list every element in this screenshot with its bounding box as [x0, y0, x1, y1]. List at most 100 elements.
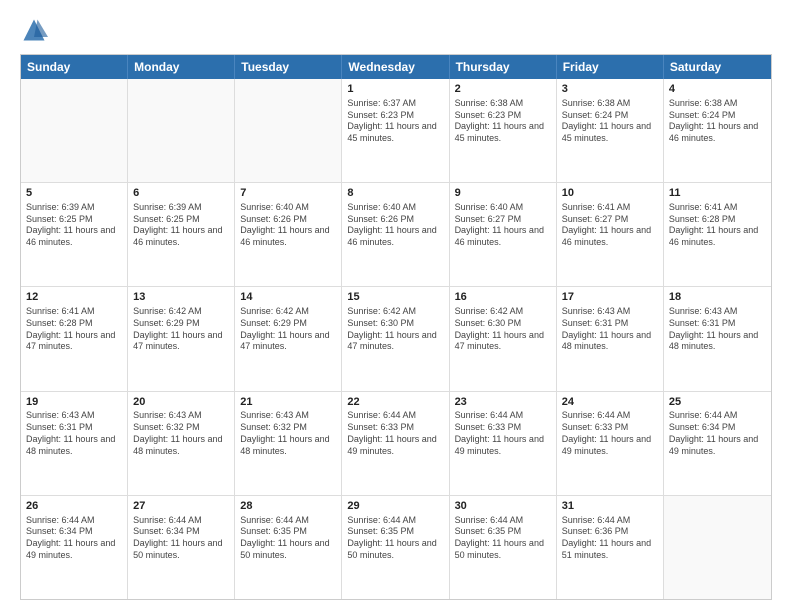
day-number: 3: [562, 82, 658, 97]
day-number: 26: [26, 499, 122, 514]
day-number: 28: [240, 499, 336, 514]
cell-info: Sunrise: 6:44 AM Sunset: 6:34 PM Dayligh…: [669, 410, 766, 457]
calendar-cell: 31Sunrise: 6:44 AM Sunset: 6:36 PM Dayli…: [557, 496, 664, 599]
day-number: 8: [347, 186, 443, 201]
day-number: 2: [455, 82, 551, 97]
page: SundayMondayTuesdayWednesdayThursdayFrid…: [0, 0, 792, 612]
cell-info: Sunrise: 6:38 AM Sunset: 6:24 PM Dayligh…: [562, 98, 658, 145]
cell-info: Sunrise: 6:41 AM Sunset: 6:27 PM Dayligh…: [562, 202, 658, 249]
calendar-cell: 17Sunrise: 6:43 AM Sunset: 6:31 PM Dayli…: [557, 287, 664, 390]
calendar-cell: 16Sunrise: 6:42 AM Sunset: 6:30 PM Dayli…: [450, 287, 557, 390]
calendar-cell: 20Sunrise: 6:43 AM Sunset: 6:32 PM Dayli…: [128, 392, 235, 495]
calendar-row: 1Sunrise: 6:37 AM Sunset: 6:23 PM Daylig…: [21, 79, 771, 182]
weekday-header: Wednesday: [342, 55, 449, 79]
cell-info: Sunrise: 6:44 AM Sunset: 6:36 PM Dayligh…: [562, 515, 658, 562]
cell-info: Sunrise: 6:44 AM Sunset: 6:35 PM Dayligh…: [455, 515, 551, 562]
logo-icon: [20, 16, 48, 44]
day-number: 15: [347, 290, 443, 305]
day-number: 16: [455, 290, 551, 305]
day-number: 14: [240, 290, 336, 305]
calendar-cell: 4Sunrise: 6:38 AM Sunset: 6:24 PM Daylig…: [664, 79, 771, 182]
cell-info: Sunrise: 6:43 AM Sunset: 6:31 PM Dayligh…: [669, 306, 766, 353]
day-number: 4: [669, 82, 766, 97]
calendar-cell: 28Sunrise: 6:44 AM Sunset: 6:35 PM Dayli…: [235, 496, 342, 599]
calendar-header: SundayMondayTuesdayWednesdayThursdayFrid…: [21, 55, 771, 79]
calendar-cell: 14Sunrise: 6:42 AM Sunset: 6:29 PM Dayli…: [235, 287, 342, 390]
calendar-row: 19Sunrise: 6:43 AM Sunset: 6:31 PM Dayli…: [21, 391, 771, 495]
cell-info: Sunrise: 6:44 AM Sunset: 6:34 PM Dayligh…: [133, 515, 229, 562]
cell-info: Sunrise: 6:42 AM Sunset: 6:29 PM Dayligh…: [133, 306, 229, 353]
cell-info: Sunrise: 6:40 AM Sunset: 6:27 PM Dayligh…: [455, 202, 551, 249]
calendar-cell: 6Sunrise: 6:39 AM Sunset: 6:25 PM Daylig…: [128, 183, 235, 286]
cell-info: Sunrise: 6:43 AM Sunset: 6:32 PM Dayligh…: [240, 410, 336, 457]
day-number: 21: [240, 395, 336, 410]
cell-info: Sunrise: 6:42 AM Sunset: 6:29 PM Dayligh…: [240, 306, 336, 353]
day-number: 17: [562, 290, 658, 305]
calendar-cell: 2Sunrise: 6:38 AM Sunset: 6:23 PM Daylig…: [450, 79, 557, 182]
calendar-cell: 18Sunrise: 6:43 AM Sunset: 6:31 PM Dayli…: [664, 287, 771, 390]
weekday-header: Saturday: [664, 55, 771, 79]
cell-info: Sunrise: 6:43 AM Sunset: 6:31 PM Dayligh…: [26, 410, 122, 457]
calendar-row: 26Sunrise: 6:44 AM Sunset: 6:34 PM Dayli…: [21, 495, 771, 599]
cell-info: Sunrise: 6:40 AM Sunset: 6:26 PM Dayligh…: [347, 202, 443, 249]
calendar-cell: 3Sunrise: 6:38 AM Sunset: 6:24 PM Daylig…: [557, 79, 664, 182]
cell-info: Sunrise: 6:44 AM Sunset: 6:35 PM Dayligh…: [347, 515, 443, 562]
day-number: 20: [133, 395, 229, 410]
cell-info: Sunrise: 6:42 AM Sunset: 6:30 PM Dayligh…: [455, 306, 551, 353]
cell-info: Sunrise: 6:38 AM Sunset: 6:23 PM Dayligh…: [455, 98, 551, 145]
day-number: 19: [26, 395, 122, 410]
calendar-cell: 15Sunrise: 6:42 AM Sunset: 6:30 PM Dayli…: [342, 287, 449, 390]
day-number: 13: [133, 290, 229, 305]
calendar-cell: [21, 79, 128, 182]
cell-info: Sunrise: 6:40 AM Sunset: 6:26 PM Dayligh…: [240, 202, 336, 249]
calendar-cell: [235, 79, 342, 182]
weekday-header: Thursday: [450, 55, 557, 79]
calendar-row: 12Sunrise: 6:41 AM Sunset: 6:28 PM Dayli…: [21, 286, 771, 390]
day-number: 30: [455, 499, 551, 514]
header: [20, 16, 772, 44]
cell-info: Sunrise: 6:43 AM Sunset: 6:31 PM Dayligh…: [562, 306, 658, 353]
calendar-cell: [664, 496, 771, 599]
cell-info: Sunrise: 6:43 AM Sunset: 6:32 PM Dayligh…: [133, 410, 229, 457]
day-number: 7: [240, 186, 336, 201]
calendar: SundayMondayTuesdayWednesdayThursdayFrid…: [20, 54, 772, 600]
day-number: 5: [26, 186, 122, 201]
day-number: 24: [562, 395, 658, 410]
day-number: 31: [562, 499, 658, 514]
calendar-cell: 21Sunrise: 6:43 AM Sunset: 6:32 PM Dayli…: [235, 392, 342, 495]
calendar-cell: 10Sunrise: 6:41 AM Sunset: 6:27 PM Dayli…: [557, 183, 664, 286]
calendar-body: 1Sunrise: 6:37 AM Sunset: 6:23 PM Daylig…: [21, 79, 771, 599]
calendar-cell: 30Sunrise: 6:44 AM Sunset: 6:35 PM Dayli…: [450, 496, 557, 599]
calendar-cell: [128, 79, 235, 182]
calendar-cell: 7Sunrise: 6:40 AM Sunset: 6:26 PM Daylig…: [235, 183, 342, 286]
cell-info: Sunrise: 6:39 AM Sunset: 6:25 PM Dayligh…: [133, 202, 229, 249]
cell-info: Sunrise: 6:41 AM Sunset: 6:28 PM Dayligh…: [26, 306, 122, 353]
calendar-cell: 19Sunrise: 6:43 AM Sunset: 6:31 PM Dayli…: [21, 392, 128, 495]
calendar-cell: 1Sunrise: 6:37 AM Sunset: 6:23 PM Daylig…: [342, 79, 449, 182]
day-number: 6: [133, 186, 229, 201]
day-number: 18: [669, 290, 766, 305]
calendar-cell: 29Sunrise: 6:44 AM Sunset: 6:35 PM Dayli…: [342, 496, 449, 599]
day-number: 11: [669, 186, 766, 201]
weekday-header: Friday: [557, 55, 664, 79]
calendar-cell: 26Sunrise: 6:44 AM Sunset: 6:34 PM Dayli…: [21, 496, 128, 599]
logo: [20, 16, 52, 44]
calendar-row: 5 Sunrise: 6:39 AM Sunset: 6:25 PM Daylig…: [21, 182, 771, 286]
cell-info: Sunrise: 6:44 AM Sunset: 6:33 PM Dayligh…: [347, 410, 443, 457]
day-number: 1: [347, 82, 443, 97]
cell-info: Sunrise: 6:44 AM Sunset: 6:33 PM Dayligh…: [455, 410, 551, 457]
cell-info: Sunrise: 6:38 AM Sunset: 6:24 PM Dayligh…: [669, 98, 766, 145]
day-number: 9: [455, 186, 551, 201]
calendar-cell: 9Sunrise: 6:40 AM Sunset: 6:27 PM Daylig…: [450, 183, 557, 286]
calendar-cell: 5Sunrise: 6:39 AM Sunset: 6:25 PM Daylig…: [21, 183, 128, 286]
day-number: 25: [669, 395, 766, 410]
cell-info: Sunrise: 6:44 AM Sunset: 6:35 PM Dayligh…: [240, 515, 336, 562]
cell-info: Sunrise: 6:41 AM Sunset: 6:28 PM Dayligh…: [669, 202, 766, 249]
calendar-cell: 23Sunrise: 6:44 AM Sunset: 6:33 PM Dayli…: [450, 392, 557, 495]
weekday-header: Sunday: [21, 55, 128, 79]
calendar-cell: 11Sunrise: 6:41 AM Sunset: 6:28 PM Dayli…: [664, 183, 771, 286]
calendar-cell: 12Sunrise: 6:41 AM Sunset: 6:28 PM Dayli…: [21, 287, 128, 390]
cell-info: Sunrise: 6:44 AM Sunset: 6:33 PM Dayligh…: [562, 410, 658, 457]
cell-info: Sunrise: 6:44 AM Sunset: 6:34 PM Dayligh…: [26, 515, 122, 562]
calendar-cell: 8Sunrise: 6:40 AM Sunset: 6:26 PM Daylig…: [342, 183, 449, 286]
